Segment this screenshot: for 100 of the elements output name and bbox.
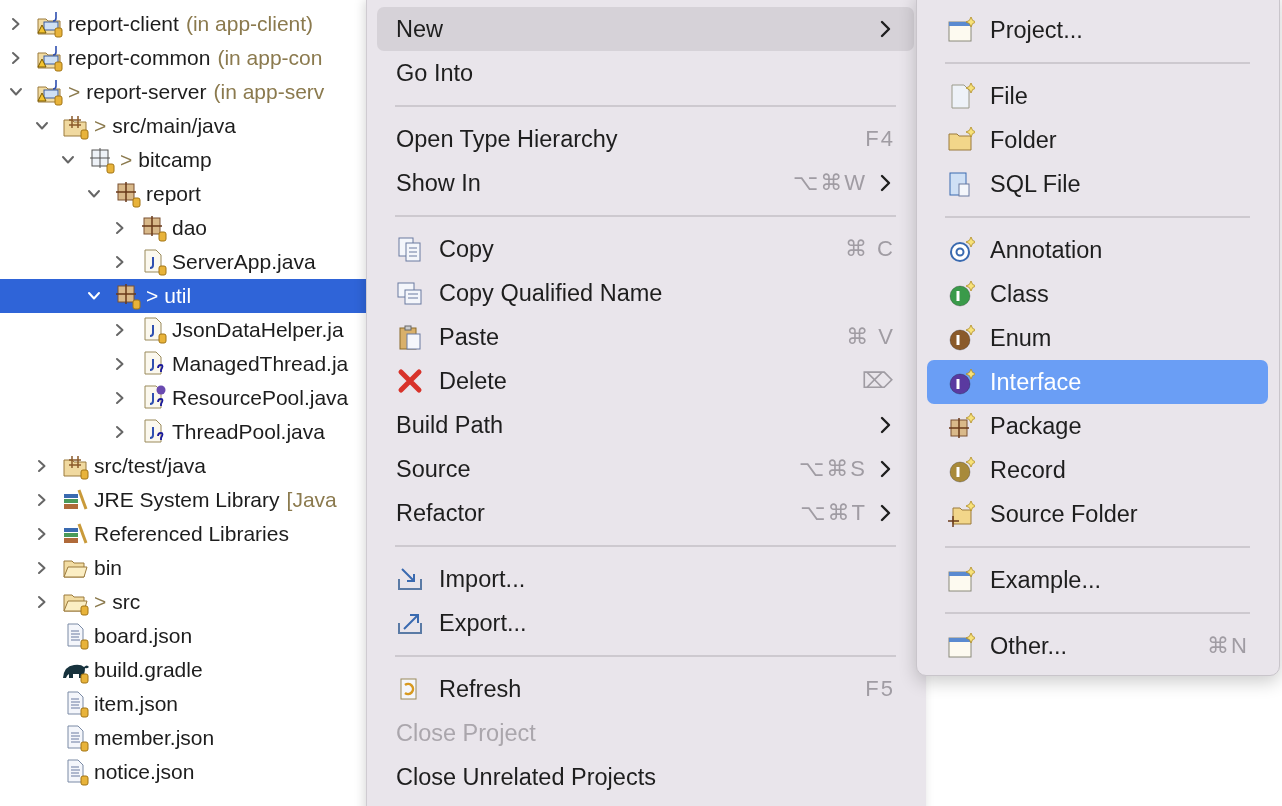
menu-item-label: Delete	[439, 367, 507, 395]
menu-item-label: Project...	[990, 16, 1083, 44]
tree-item[interactable]: src/test/java	[0, 449, 366, 483]
tree-item[interactable]: JRE System Library [Java	[0, 483, 366, 517]
menu-item-label: Close Unrelated Projects	[396, 763, 656, 791]
tree-item[interactable]: item.json	[0, 687, 366, 721]
copy-icon	[396, 235, 424, 263]
new-window-icon	[947, 632, 975, 660]
menu-item[interactable]: Go Into	[377, 51, 914, 95]
menu-item[interactable]: Enum	[927, 316, 1268, 360]
menu-item[interactable]: Example...	[927, 558, 1268, 602]
class-icon	[947, 280, 975, 308]
tree-item[interactable]: report-client (in app-client)	[0, 7, 366, 41]
tree-item[interactable]: > src/main/java	[0, 109, 366, 143]
menu-item-label: Class	[990, 280, 1049, 308]
tree-item-label: item.json	[94, 692, 179, 716]
new-folder-icon	[947, 126, 975, 154]
tree-item-label: member.json	[94, 726, 215, 750]
tree-item[interactable]: Referenced Libraries	[0, 517, 366, 551]
menu-item[interactable]: Paste ⌘ V	[377, 315, 914, 359]
tree-item-label: src/main/java	[112, 114, 236, 138]
menu-item-label: Folder	[990, 126, 1057, 154]
menu-item[interactable]: Project...	[927, 8, 1268, 52]
menu-item[interactable]: Copy Qualified Name	[377, 271, 914, 315]
tree-item[interactable]: > src	[0, 585, 366, 619]
menu-item-label: Import...	[439, 565, 526, 593]
package-icon	[114, 180, 142, 208]
menu-item-label: Paste	[439, 323, 500, 351]
tree-item[interactable]: ServerApp.java	[0, 245, 366, 279]
project-folder-icon	[36, 10, 64, 38]
tree-item[interactable]: > util	[0, 279, 366, 313]
tree-item-label: build.gradle	[94, 658, 203, 682]
tree-item[interactable]: ManagedThread.ja	[0, 347, 366, 381]
shortcut-label: F4	[865, 126, 895, 152]
tree-item[interactable]: board.json	[0, 619, 366, 653]
menu-item[interactable]: Source Folder	[927, 492, 1268, 536]
clipboard-icon	[396, 323, 424, 351]
menu-item-label: Copy Qualified Name	[439, 279, 663, 307]
menu-item[interactable]: Build Path	[377, 403, 914, 447]
tree-item-label: bin	[94, 556, 123, 580]
tree-item-label: bitcamp	[138, 148, 212, 172]
tree-item[interactable]: ThreadPool.java	[0, 415, 366, 449]
change-marker: >	[120, 148, 133, 172]
menu-item[interactable]: Folder	[927, 118, 1268, 162]
tree-item[interactable]: ResourcePool.java	[0, 381, 366, 415]
shortcut-label: ⌘N	[1207, 633, 1249, 659]
tree-item[interactable]: JsonDataHelper.ja	[0, 313, 366, 347]
menu-item-label: Other...	[990, 632, 1068, 660]
tree-item[interactable]: > report-server (in app-serv	[0, 75, 366, 109]
tree-item[interactable]: report	[0, 177, 366, 211]
menu-item[interactable]: Copy ⌘ C	[377, 227, 914, 271]
menu-item[interactable]: Class	[927, 272, 1268, 316]
shortcut-label: ⌥⌘T	[800, 500, 867, 526]
interface-icon	[947, 368, 975, 396]
tree-item-label: report	[146, 182, 201, 206]
change-marker: >	[68, 80, 81, 104]
copy-icon	[396, 279, 424, 307]
menu-item-label: Record	[990, 456, 1066, 484]
tree-item-label: Referenced Libraries	[94, 522, 289, 546]
tree-item[interactable]: bin	[0, 551, 366, 585]
menu-item[interactable]: Export...	[377, 601, 914, 645]
menu-item[interactable]: File	[927, 74, 1268, 118]
menu-item-label: Build Path	[396, 411, 504, 439]
repository-label: (in app-client)	[185, 12, 314, 36]
menu-item[interactable]: Record	[927, 448, 1268, 492]
tree-item-label: JRE System Library	[94, 488, 280, 512]
menu-item[interactable]: Refactor ⌥⌘T	[377, 491, 914, 535]
package-icon	[140, 214, 168, 242]
package-icon	[88, 146, 116, 174]
tree-item[interactable]: > bitcamp	[0, 143, 366, 177]
menu-item[interactable]: Open Type Hierarchy F4	[377, 117, 914, 161]
menu-item[interactable]: Import...	[377, 557, 914, 601]
menu-item[interactable]: Show In ⌥⌘W	[377, 161, 914, 205]
shortcut-label: ⌥⌘S	[798, 456, 867, 482]
menu-item-label: Annotation	[990, 236, 1103, 264]
menu-item[interactable]: Delete ⌦	[377, 359, 914, 403]
menu-item[interactable]: Source ⌥⌘S	[377, 447, 914, 491]
tree-item[interactable]: build.gradle	[0, 653, 366, 687]
menu-item-label: Export...	[439, 609, 527, 637]
tree-item-label: report-server	[86, 80, 207, 104]
menu-item-label: Package	[990, 412, 1082, 440]
tree-item[interactable]: member.json	[0, 721, 366, 755]
tree-item[interactable]: notice.json	[0, 755, 366, 789]
enum-icon	[947, 324, 975, 352]
project-folder-icon	[36, 78, 64, 106]
menu-item[interactable]: New	[377, 7, 914, 51]
menu-item[interactable]: Annotation	[927, 228, 1268, 272]
menu-item[interactable]: Other... ⌘N	[927, 624, 1268, 668]
tree-item-label: ManagedThread.ja	[172, 352, 349, 376]
tree-item[interactable]: dao	[0, 211, 366, 245]
tree-item-label: report-common	[68, 46, 211, 70]
menu-item[interactable]: Close Unrelated Projects	[377, 755, 914, 799]
tree-item[interactable]: report-common (in app-con	[0, 41, 366, 75]
project-folder-icon	[36, 44, 64, 72]
menu-item[interactable]: Refresh F5	[377, 667, 914, 711]
tree-item-label: dao	[172, 216, 208, 240]
tree-item-label: ThreadPool.java	[172, 420, 325, 444]
menu-item[interactable]: SQL File	[927, 162, 1268, 206]
menu-item-label: File	[990, 82, 1028, 110]
menu-item[interactable]: Package	[927, 404, 1268, 448]
